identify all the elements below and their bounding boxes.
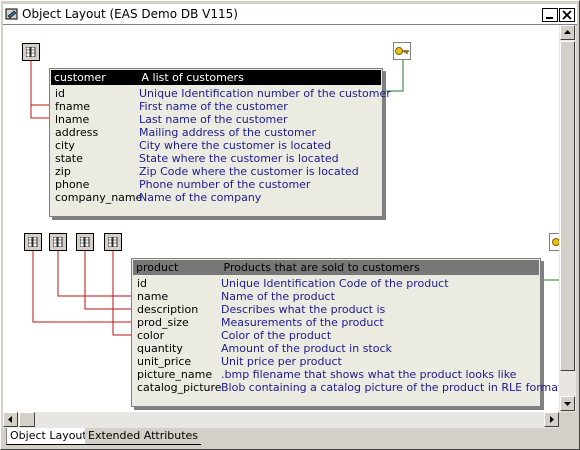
column-description: Describes what the product is [221,303,386,316]
table-description: A list of customers [141,71,244,84]
column-name: color [137,329,165,342]
column-row[interactable]: zip Zip Code where the customer is locate… [50,165,382,178]
vertical-scroll-thumb[interactable] [560,41,575,371]
column-name: address [55,126,99,139]
scroll-up-button[interactable] [560,25,575,40]
product-node-icon-4[interactable] [104,233,122,251]
arrow-right-icon [550,416,554,423]
customer-table-header[interactable]: customer A list of customers [51,70,381,85]
column-description: Name of the product [221,290,335,303]
column-name: state [55,152,83,165]
horizontal-scrollbar[interactable] [3,412,559,428]
scroll-left-button[interactable] [3,412,18,427]
column-description: Unit price per product [221,355,342,368]
scroll-down-button[interactable] [560,396,575,411]
customer-node-icon[interactable] [22,43,40,61]
column-description: Phone number of the customer [139,178,311,191]
column-row[interactable]: id Unique Identification Code of the prod… [132,277,540,290]
column-row[interactable]: color Color of the product [132,329,540,342]
column-name: name [137,290,169,303]
column-row[interactable]: unit_price Unit price per product [132,355,540,368]
column-description: Color of the product [221,329,332,342]
minimize-button[interactable] [542,8,558,22]
column-row[interactable]: address Mailing address of the customer [50,126,382,139]
column-description: Amount of the product in stock [221,342,392,355]
key-icon[interactable] [393,42,411,60]
diagram-canvas[interactable]: customer A list of customers id Unique Id… [3,25,559,412]
column-description: Name of the company [139,191,262,204]
column-name: quantity [137,342,183,355]
column-description: State where the customer is located [139,152,339,165]
table-description: Products that are sold to customers [223,261,420,274]
product-node-icon-3[interactable] [76,233,94,251]
column-name: picture_name [137,368,213,381]
column-row[interactable]: lname Last name of the customer [50,113,382,126]
column-description: Zip Code where the customer is located [139,165,359,178]
column-name: zip [55,165,71,178]
column-row[interactable]: phone Phone number of the customer [50,178,382,191]
arrow-up-icon [564,30,571,34]
object-layout-window: Object Layout (EAS Demo DB V115) custome… [0,0,580,450]
column-description: Unique Identification number of the cust… [139,87,391,100]
window-title: Object Layout (EAS Demo DB V115) [22,7,238,21]
column-row[interactable]: id Unique Identification number of the cu… [50,87,391,100]
view-tabs: Object Layout Extended Attributes [3,428,577,447]
column-row[interactable]: name Name of the product [132,290,540,303]
column-name: city [55,139,75,152]
product-table[interactable]: product Products that are sold to custom… [131,258,559,407]
column-description: Blob containing a catalog picture of the… [221,381,559,394]
close-button[interactable] [559,8,575,22]
arrow-down-icon [564,402,571,406]
column-description: Mailing address of the customer [139,126,317,139]
vertical-scrollbar[interactable] [559,25,576,412]
tab-object-layout[interactable]: Object Layout [6,428,90,445]
column-name: unit_price [137,355,192,368]
column-row[interactable]: city City where the customer is located [50,139,382,152]
column-row[interactable]: company_nameName of the company [50,191,382,204]
product-node-icon-1[interactable] [24,233,42,251]
column-name: id [55,87,66,100]
column-name: prod_size [137,316,189,329]
column-name: id [137,277,148,290]
column-name: lname [55,113,90,126]
column-description: Measurements of the product [221,316,384,329]
key-icon-partial[interactable] [549,233,559,251]
column-description: .bmp filename that shows what the produc… [221,368,517,381]
close-icon [562,10,572,20]
column-row[interactable]: state State where the customer is located [50,152,382,165]
column-row[interactable]: prod_size Measurements of the product [132,316,540,329]
scroll-right-button[interactable] [544,412,559,427]
table-name: product [136,261,179,274]
column-name: phone [55,178,90,191]
column-description: First name of the customer [139,100,288,113]
column-row[interactable]: picture_name .bmp filename that shows wha… [132,368,540,381]
column-row[interactable]: description Describes what the product is [132,303,540,316]
minimize-icon [546,17,553,19]
column-name: fname [55,100,91,113]
scroll-corner [559,412,576,428]
app-icon [5,8,18,20]
column-name: catalog_picture [137,381,222,394]
column-name: description [137,303,199,316]
arrow-left-icon [8,416,12,423]
column-row[interactable]: fname First name of the customer [50,100,382,113]
column-row[interactable]: quantity Amount of the product in stock [132,342,540,355]
column-description: Unique Identification Code of the produc… [221,277,449,290]
horizontal-scroll-thumb[interactable] [19,412,35,427]
customer-table[interactable]: customer A list of customers id Unique Id… [49,68,391,217]
column-description: Last name of the customer [139,113,288,126]
table-name: customer [54,71,106,84]
tab-extended-attributes[interactable]: Extended Attributes [85,428,202,445]
column-row[interactable]: catalog_pictureBlob containing a catalog… [132,381,559,394]
column-description: City where the customer is located [139,139,332,152]
product-table-header[interactable]: product Products that are sold to custom… [133,260,539,275]
product-node-icon-2[interactable] [49,233,67,251]
title-bar: Object Layout (EAS Demo DB V115) [3,4,577,25]
column-name: company_name [55,191,143,204]
